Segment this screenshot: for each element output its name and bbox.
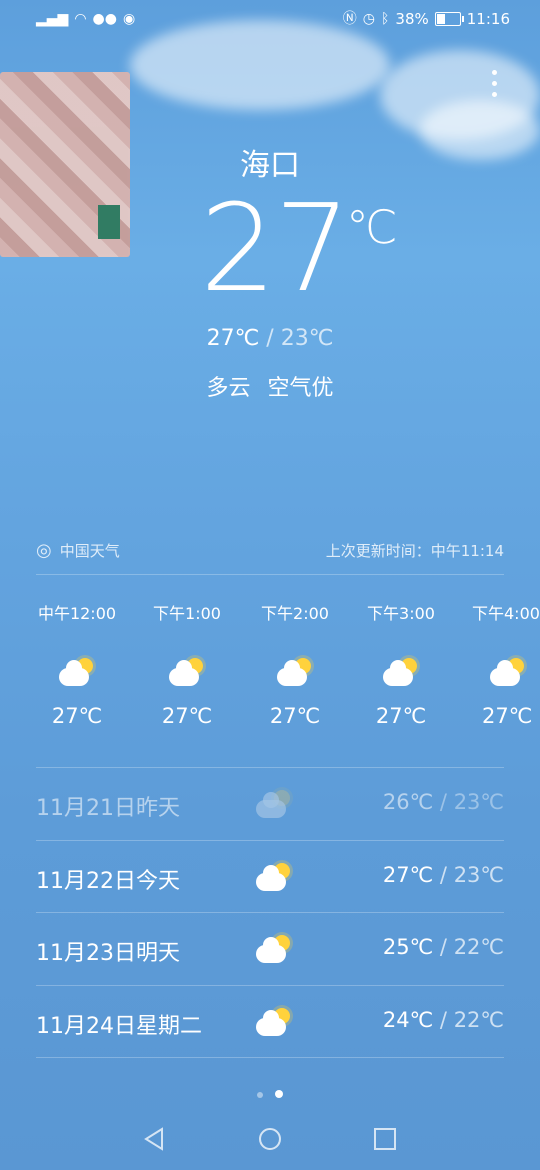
hourly-item: 下午2:00 27℃	[240, 600, 350, 728]
daily-row[interactable]: 11月22日今天 27℃ / 23℃	[36, 841, 504, 913]
daily-low: 22℃	[453, 1008, 504, 1032]
page-dot-active	[275, 1090, 283, 1098]
daily-range: 25℃ / 22℃	[383, 935, 504, 959]
daily-low: 22℃	[453, 935, 504, 959]
signal-icon: ▂▄▆	[36, 11, 69, 27]
weather-condition: 多云	[206, 376, 251, 401]
wechat-icon: ●●	[92, 11, 117, 27]
page-indicator[interactable]	[0, 1083, 540, 1102]
hourly-item: 下午3:00 27℃	[346, 600, 456, 728]
range-separator: /	[439, 863, 447, 887]
battery-percent: 38%	[395, 10, 429, 28]
clock: 11:16	[466, 10, 510, 28]
daily-low: 23℃	[453, 790, 504, 814]
hour-temp: 27℃	[161, 704, 213, 728]
daily-date: 11月21日昨天	[36, 796, 180, 821]
hour-time: 下午2:00	[261, 604, 329, 623]
status-bar: ▂▄▆ ◠ ●● ◉ Ⓝ ◷ ᛒ 38% 11:16	[0, 0, 540, 40]
back-icon[interactable]	[140, 1124, 170, 1154]
partly-cloudy-icon	[165, 652, 209, 688]
page-dot	[257, 1092, 263, 1098]
partly-cloudy-icon	[379, 652, 423, 688]
today-high: 27℃	[206, 326, 260, 351]
source-provider[interactable]: 中国天气	[60, 540, 120, 561]
hourly-item: 下午4:00 27℃	[452, 600, 540, 728]
hour-temp: 27℃	[482, 704, 533, 728]
hour-time: 下午1:00	[153, 604, 221, 623]
nfc-icon: Ⓝ	[342, 11, 357, 27]
daily-range: 24℃ / 22℃	[383, 1008, 504, 1032]
hourly-item: 下午1:00 27℃	[132, 600, 242, 728]
hour-temp: 27℃	[269, 704, 321, 728]
battery-fill	[436, 14, 445, 24]
daily-row[interactable]: 11月21日昨天 26℃ / 23℃	[36, 768, 504, 840]
air-quality[interactable]: 空气优	[268, 376, 334, 401]
daily-range: 27℃ / 23℃	[383, 863, 504, 887]
china-weather-logo-icon: ◎	[36, 540, 52, 561]
more-options-icon[interactable]	[492, 70, 500, 103]
hour-time: 下午4:00	[472, 604, 540, 623]
daily-date: 11月22日今天	[36, 869, 180, 894]
recents-icon[interactable]	[370, 1124, 400, 1154]
partly-cloudy-icon	[252, 929, 296, 965]
range-separator: /	[439, 1008, 447, 1032]
condition-row: 多云 空气优	[0, 370, 540, 402]
daily-row[interactable]: 11月24日星期二 24℃ / 22℃	[36, 986, 504, 1058]
hourly-forecast[interactable]: 中午12:00 27℃ 下午1:00 27℃ 下午2:00 27℃ 下午3:00…	[0, 600, 540, 750]
bluetooth-icon: ᛒ	[381, 11, 390, 27]
divider	[36, 574, 504, 575]
hour-time: 下午3:00	[367, 604, 435, 623]
partly-cloudy-icon	[55, 652, 99, 688]
partly-cloudy-icon	[252, 857, 296, 893]
current-temperature: 27	[200, 180, 351, 319]
daily-date: 11月23日明天	[36, 941, 180, 966]
daily-high: 25℃	[382, 935, 434, 959]
last-updated: 上次更新时间：中午11:14	[325, 542, 504, 560]
daily-range: 26℃ / 23℃	[383, 790, 504, 814]
hour-temp: 27℃	[375, 704, 427, 728]
daily-high: 26℃	[382, 790, 434, 814]
daily-date: 11月24日星期二	[36, 1014, 202, 1039]
daily-row[interactable]: 11月23日明天 25℃ / 22℃	[36, 913, 504, 985]
source-row: ◎ 中国天气 上次更新时间：中午11:14	[36, 540, 504, 564]
thumbnail-tile	[98, 205, 120, 239]
today-range: 27℃ / 23℃	[0, 326, 540, 351]
today-low: 23℃	[280, 326, 334, 351]
wifi-icon: ◠	[74, 11, 87, 27]
daily-high: 24℃	[382, 1008, 434, 1032]
hour-temp: 27℃	[51, 704, 103, 728]
range-separator: /	[439, 935, 447, 959]
hour-time: 中午12:00	[37, 604, 117, 623]
partly-cloudy-icon	[252, 784, 296, 820]
range-separator: /	[439, 790, 447, 814]
partly-cloudy-icon	[252, 1002, 296, 1038]
hourly-item: 中午12:00 27℃	[22, 600, 132, 728]
home-icon[interactable]	[255, 1124, 285, 1154]
partly-cloudy-icon	[273, 652, 317, 688]
navigation-bar	[0, 1110, 540, 1170]
divider	[36, 1057, 504, 1058]
alarm-icon: ◷	[362, 11, 376, 27]
app-notification-icon: ◉	[122, 11, 136, 27]
range-separator: /	[266, 326, 274, 351]
daily-low: 23℃	[453, 863, 504, 887]
partly-cloudy-icon	[486, 652, 530, 688]
city-name[interactable]: 海口	[0, 140, 540, 184]
battery-icon	[434, 12, 464, 26]
temperature-unit: ℃	[346, 200, 398, 254]
daily-high: 27℃	[382, 863, 434, 887]
